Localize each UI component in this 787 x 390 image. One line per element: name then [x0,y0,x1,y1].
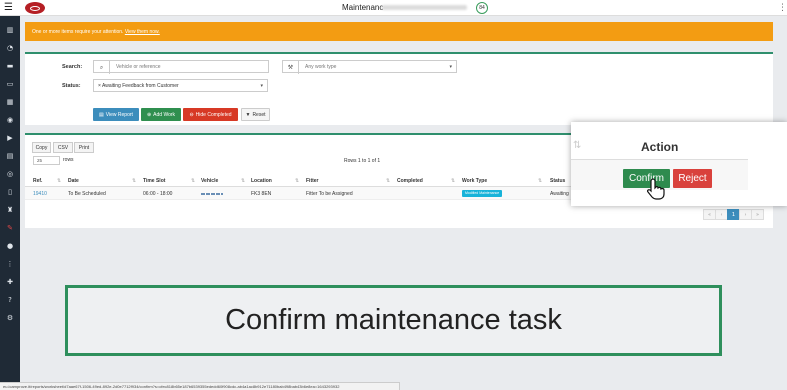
status-label: Status: [62,83,81,89]
add-work-button[interactable]: ⊕ Add Work [141,108,181,121]
status-tag[interactable]: × Awaiting Feedback from Customer [98,83,179,89]
eye-icon[interactable]: ◉ [5,115,15,125]
col-location[interactable]: Location [251,178,272,184]
chevron-down-icon: ▾ [449,64,452,70]
cell-ref[interactable]: 19410 [33,191,47,197]
rows-info: Rows 1 to 1 of 1 [344,158,381,164]
alert-link[interactable]: View them now. [125,29,160,35]
sort-icon[interactable]: ⇅ [295,178,299,184]
cell-date: To Be Scheduled [68,191,106,197]
minus-circle-icon: ⊖ [189,111,194,118]
help-icon[interactable]: ? [5,295,15,305]
search-icon: ⌕ [94,61,110,74]
chart-icon[interactable]: ▥ [5,25,15,35]
page-title-obscured [382,5,467,10]
csv-button[interactable]: CSV [53,142,73,153]
action-column-header: ⇅ Action [571,132,748,160]
col-fitter[interactable]: Fitter [306,178,319,184]
hand-cursor-icon [647,178,665,200]
rows-label: rows [63,157,74,163]
sort-icon[interactable]: ⇅ [241,178,245,184]
view-report-button[interactable]: ▤ View Report [93,108,139,121]
sort-icon[interactable]: ⇅ [191,178,195,184]
sidebar: ▥ ◔ ▬ ▭ ▦ ◉ ▶ ▤ ◎ ▯ ♜ ✎ ● ⋮ ✚ ? ⚙ [0,0,20,390]
filter-icon: ▼ [245,111,251,118]
more-vertical-icon[interactable]: ⋮ [5,259,15,269]
copy-button[interactable]: Copy [32,142,51,153]
alert-text: One or more items require your attention… [32,29,124,35]
col-ref[interactable]: Ref. [33,178,42,184]
trophy-icon[interactable]: ♜ [5,205,15,215]
status-select[interactable]: × Awaiting Feedback from Customer ▾ [93,79,268,92]
work-type-select[interactable]: ⚒ Any work type ▾ [282,60,457,74]
vehicle-plate-obscured [201,193,223,195]
work-type-badge: Modified Maintenance [462,190,503,197]
sort-icon[interactable]: ⇅ [573,140,581,151]
wrench-icon: ⚒ [283,61,299,74]
play-icon[interactable]: ▶ [5,133,15,143]
hide-completed-label: Hide Completed [195,111,232,118]
caption-text: Confirm maintenance task [225,304,562,336]
mobile-icon[interactable]: ▯ [5,187,15,197]
action-zoom-popup: ⇅ Action Confirm Reject [571,122,787,206]
action-title: Action [641,140,679,154]
count-badge: 84 [476,2,488,14]
sort-icon[interactable]: ⇅ [57,178,61,184]
print-button[interactable]: Print [74,142,94,153]
car-icon[interactable]: ▬ [5,61,15,71]
col-status[interactable]: Status [550,178,565,184]
topbar: ☰ Maintenanc 84 ⋮ [0,0,787,16]
search-label: Search: [62,64,83,70]
cell-location: FK3 8EN [251,191,272,197]
attention-alert: One or more items require your attention… [25,22,773,41]
cell-time-slot: 06:00 - 18:00 [143,191,173,197]
settings-icon[interactable]: ⚙ [5,313,15,323]
filter-panel: Search: ⌕ Vehicle or reference ⚒ Any wor… [25,52,773,125]
reset-label: Reset [252,111,266,118]
card-icon[interactable]: ▭ [5,79,15,89]
status-url-bar: eu.icamprove.it/reports/worksheet/d7aae6… [0,382,400,390]
cell-status: Awaiting [550,191,569,197]
search-input[interactable]: ⌕ Vehicle or reference [93,60,269,74]
col-work-type[interactable]: Work Type [462,178,487,184]
col-completed[interactable]: Completed [397,178,423,184]
user-icon[interactable]: ● [5,241,15,251]
sort-icon[interactable]: ⇅ [451,178,455,184]
col-date[interactable]: Date [68,178,79,184]
col-vehicle[interactable]: Vehicle [201,178,218,184]
last-page-button[interactable]: » [751,209,764,220]
hide-completed-button[interactable]: ⊖ Hide Completed [183,108,238,121]
search-placeholder: Vehicle or reference [116,64,161,70]
brand-logo[interactable] [25,2,45,14]
work-type-placeholder: Any work type [305,64,337,70]
dashboard-icon[interactable]: ◔ [5,43,15,53]
sort-icon[interactable]: ⇅ [538,178,542,184]
report-icon: ▤ [99,111,104,118]
reset-button[interactable]: ▼ Reset [241,108,270,121]
building-icon[interactable]: ▦ [5,97,15,107]
cell-fitter: Fitter To be Assigned [306,191,353,197]
add-work-label: Add Work [153,111,176,118]
view-report-label: View Report [105,111,133,118]
reject-button[interactable]: Reject [673,169,712,188]
rows-per-page-select[interactable]: 25 [33,156,60,165]
wrench-icon[interactable]: ✎ [5,223,15,233]
sort-icon[interactable]: ⇅ [386,178,390,184]
view-icon[interactable]: ◎ [5,169,15,179]
chevron-down-icon: ▾ [260,83,263,89]
sort-icon[interactable]: ⇅ [132,178,136,184]
truck-icon[interactable]: ▤ [5,151,15,161]
menu-icon[interactable]: ☰ [4,3,15,13]
col-time-slot[interactable]: Time Slot [143,178,165,184]
more-options-icon[interactable]: ⋮ [778,3,787,13]
rows-value: 25 [37,158,43,163]
puzzle-icon[interactable]: ✚ [5,277,15,287]
page-title: Maintenanc [342,3,384,12]
tutorial-caption: Confirm maintenance task [65,285,722,356]
plus-icon: ⊕ [146,111,152,118]
pagination: « ‹ 1 › » [703,209,764,220]
